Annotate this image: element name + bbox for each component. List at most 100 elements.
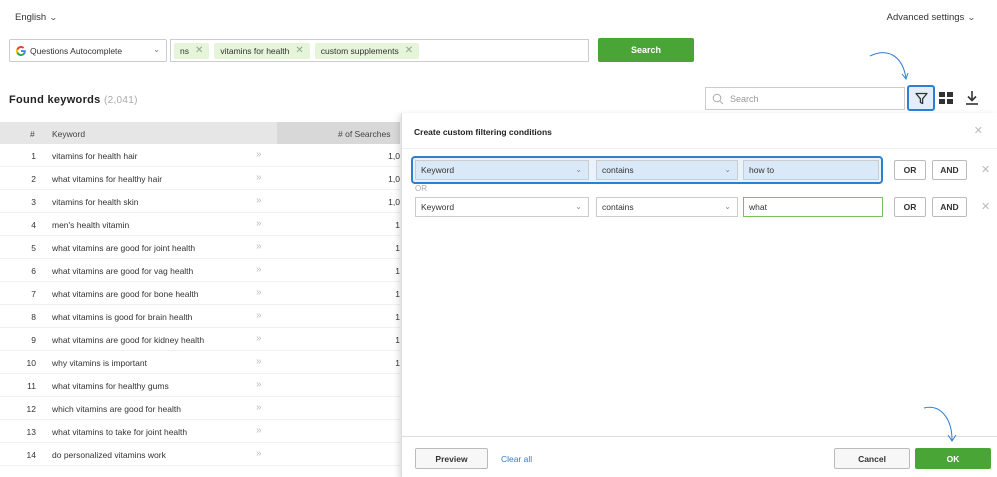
table-row[interactable]: 10 why vitamins is important » 1 (0, 351, 400, 374)
chevron-down-icon: ⌄ (575, 202, 582, 211)
chevron-down-icon: ⌄ (153, 45, 160, 54)
preview-button[interactable]: Preview (415, 448, 488, 469)
row-keyword: men's health vitamin (52, 220, 130, 230)
table-row[interactable]: 6 what vitamins are good for vag health » 1 (0, 259, 400, 282)
download-icon[interactable] (966, 91, 978, 105)
language-label: English (15, 12, 47, 23)
condition-1-field-select[interactable]: Keyword ⌄ (415, 160, 589, 180)
double-chevron-right-icon[interactable]: » (256, 402, 262, 413)
filter-button[interactable] (907, 85, 935, 111)
double-chevron-right-icon[interactable]: » (256, 310, 262, 321)
row-keyword: what vitamins for healthy hair (52, 174, 163, 184)
double-chevron-right-icon[interactable]: » (256, 425, 262, 436)
table-row[interactable]: 2 what vitamins for healthy hair » 1,0 (0, 167, 400, 190)
google-icon (16, 45, 26, 56)
search-placeholder: Search (730, 93, 759, 104)
condition-2-or-button[interactable]: OR (894, 197, 926, 217)
condition-2-and-button[interactable]: AND (932, 197, 967, 217)
close-icon[interactable]: ✕ (405, 45, 413, 56)
double-chevron-right-icon[interactable]: » (256, 241, 262, 252)
advanced-settings-toggle[interactable]: Advanced settings ⌄ (886, 12, 976, 23)
row-searches: 1 (395, 358, 400, 368)
row-keyword: vitamins for health skin (52, 197, 139, 207)
panel-footer-divider (402, 436, 997, 437)
table-row[interactable]: 3 vitamins for health skin » 1,0 (0, 190, 400, 213)
table-row[interactable]: 11 what vitamins for healthy gums » (0, 374, 400, 397)
clear-all-link[interactable]: Clear all (501, 454, 532, 464)
double-chevron-right-icon[interactable]: » (256, 356, 262, 367)
row-number: 13 (26, 427, 36, 437)
row-number: 8 (31, 312, 36, 322)
row-number: 5 (31, 243, 36, 253)
table-row[interactable]: 14 do personalized vitamins work » (0, 443, 400, 466)
language-selector[interactable]: English ⌄ (15, 12, 58, 23)
table-row[interactable]: 13 what vitamins to take for joint health… (0, 420, 400, 443)
row-keyword: what vitamins are good for joint health (52, 243, 196, 253)
row-number: 6 (31, 266, 36, 276)
row-keyword: what vitamins to take for joint health (52, 427, 188, 437)
row-number: 7 (31, 289, 36, 299)
close-icon[interactable]: ✕ (295, 45, 303, 56)
row-keyword: what vitamins for healthy gums (52, 381, 169, 391)
row-searches: 1 (395, 220, 400, 230)
source-label: Questions Autocomplete (30, 45, 123, 56)
double-chevron-right-icon[interactable]: » (256, 218, 262, 229)
column-keyword[interactable]: Keyword (52, 129, 85, 139)
condition-1-value-input[interactable]: how to (743, 160, 879, 180)
row-number: 14 (26, 450, 36, 460)
cancel-button[interactable]: Cancel (834, 448, 910, 469)
condition-2-operator-select[interactable]: contains ⌄ (596, 197, 738, 217)
close-icon[interactable]: ✕ (195, 45, 203, 56)
keyword-tags-input[interactable]: ns ✕ vitamins for health ✕ custom suppleme… (170, 39, 589, 62)
chevron-down-icon: ⌄ (724, 202, 731, 211)
double-chevron-right-icon[interactable]: » (256, 195, 262, 206)
source-select[interactable]: Questions Autocomplete ⌄ (9, 39, 167, 62)
results-search-input[interactable]: Search (705, 87, 905, 110)
ok-button[interactable]: OK (915, 448, 991, 469)
found-keywords-count: (2,041) (103, 95, 138, 106)
table-row[interactable]: 4 men's health vitamin » 1 (0, 213, 400, 236)
keyword-tag: vitamins for health ✕ (214, 42, 310, 59)
table-row[interactable]: 1 vitamins for health hair » 1,0 (0, 144, 400, 167)
divider (402, 148, 997, 149)
remove-condition-icon[interactable]: ✕ (981, 200, 990, 213)
double-chevron-right-icon[interactable]: » (256, 172, 262, 183)
row-number: 11 (27, 381, 36, 391)
keyword-tag: ns ✕ (174, 42, 210, 59)
close-icon[interactable]: ✕ (974, 124, 983, 137)
table-row[interactable]: 9 what vitamins are good for kidney healt… (0, 328, 400, 351)
row-number: 4 (31, 220, 36, 230)
field-select-label: Keyword (421, 202, 455, 212)
column-searches[interactable]: # of Searches (338, 129, 390, 139)
panel-title: Create custom filtering conditions (414, 127, 552, 137)
double-chevron-right-icon[interactable]: » (256, 264, 262, 275)
condition-1-and-button[interactable]: AND (932, 160, 967, 180)
row-keyword: what vitamins is good for brain health (52, 312, 193, 322)
table-row[interactable]: 12 which vitamins are good for health » (0, 397, 400, 420)
table-row[interactable]: 5 what vitamins are good for joint health… (0, 236, 400, 259)
row-keyword: which vitamins are good for health (52, 404, 181, 414)
table-header: # Keyword # of Searches (0, 122, 400, 144)
search-button[interactable]: Search (598, 38, 694, 62)
double-chevron-right-icon[interactable]: » (256, 379, 262, 390)
row-keyword: what vitamins are good for bone health (52, 289, 199, 299)
remove-condition-icon[interactable]: ✕ (981, 163, 990, 176)
double-chevron-right-icon[interactable]: » (256, 448, 262, 459)
row-searches: 1 (395, 335, 400, 345)
double-chevron-right-icon[interactable]: » (256, 333, 262, 344)
advanced-settings-label: Advanced settings (886, 12, 965, 23)
or-separator: OR (415, 184, 427, 193)
double-chevron-right-icon[interactable]: » (256, 287, 262, 298)
pointer-arrow-icon (869, 52, 909, 81)
condition-2-value-input[interactable]: what (743, 197, 883, 217)
keywords-table: 1 vitamins for health hair » 1,0 2 what vita… (0, 144, 400, 466)
column-number[interactable]: # (30, 129, 35, 139)
table-row[interactable]: 7 what vitamins are good for bone health »… (0, 282, 400, 305)
condition-1-operator-select[interactable]: contains ⌄ (596, 160, 738, 180)
table-row[interactable]: 8 what vitamins is good for brain health »… (0, 305, 400, 328)
double-chevron-right-icon[interactable]: » (256, 149, 262, 160)
condition-1-or-button[interactable]: OR (894, 160, 926, 180)
tag-label: ns (180, 45, 189, 56)
condition-2-field-select[interactable]: Keyword ⌄ (415, 197, 589, 217)
grid-view-icon[interactable] (939, 92, 953, 105)
